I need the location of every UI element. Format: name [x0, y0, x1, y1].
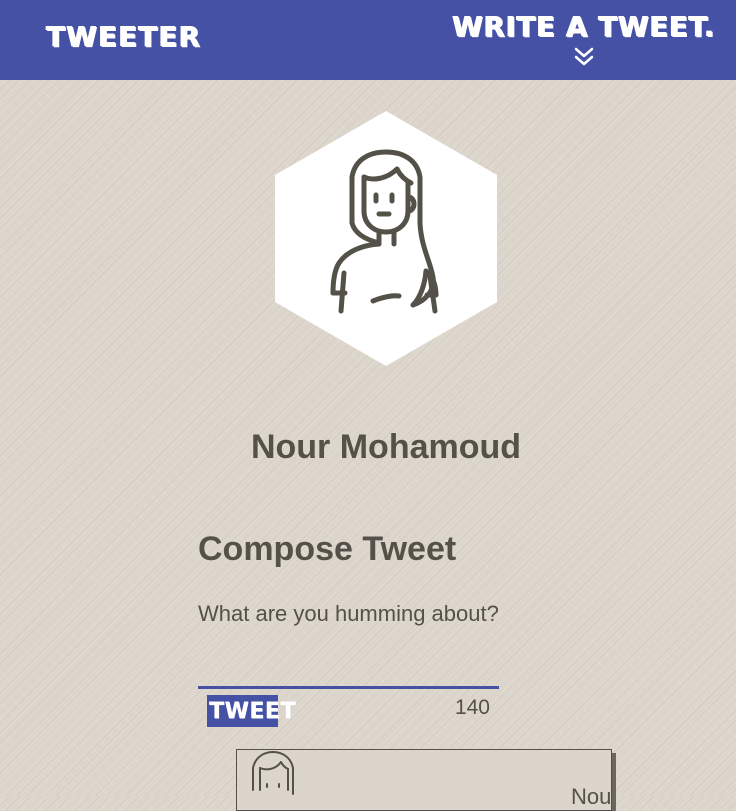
tweet-author-name: Nou	[571, 784, 611, 809]
compose-title: Compose Tweet	[198, 530, 457, 568]
profile-name: Nour Mohamoud	[250, 428, 522, 466]
double-chevron-down-icon	[574, 47, 593, 66]
woman-avatar-icon	[252, 751, 294, 795]
write-tweet-label: WRITE A TWEET.	[452, 10, 715, 43]
character-counter: 140	[454, 696, 490, 719]
tweet-button-label: TWEET	[209, 698, 296, 724]
tweet-card: Nou	[236, 749, 612, 811]
tweet-submit-button[interactable]: TWEET	[207, 695, 296, 727]
avatar	[275, 111, 497, 366]
brand-logo[interactable]: TWEETER	[46, 20, 201, 53]
write-tweet-toggle[interactable]: WRITE A TWEET.	[451, 10, 716, 68]
top-nav: TWEETER WRITE A TWEET.	[0, 0, 736, 80]
woman-avatar-icon	[275, 111, 497, 366]
tweet-input[interactable]	[198, 598, 499, 689]
